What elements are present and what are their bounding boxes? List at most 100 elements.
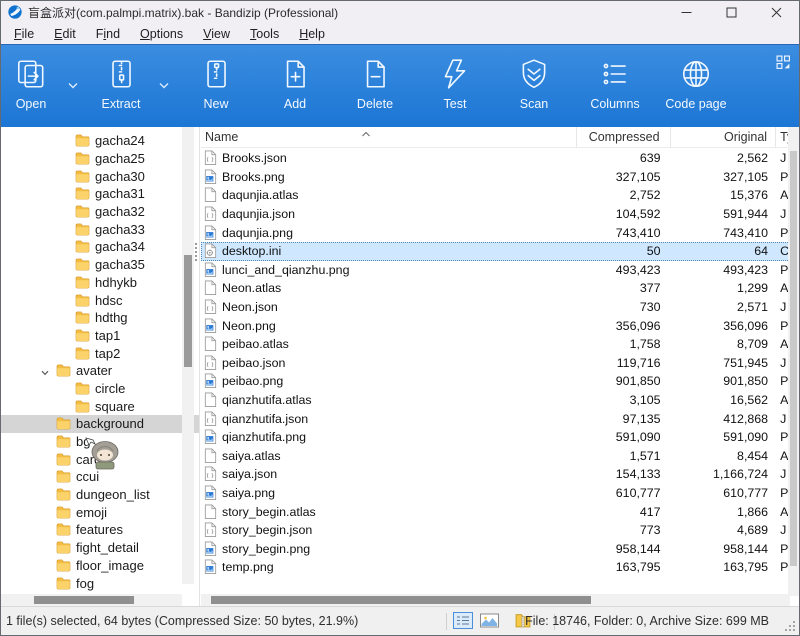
tree-expand-chevron-icon[interactable] xyxy=(40,366,50,376)
tree-item-fog[interactable]: fog xyxy=(1,574,199,592)
resize-grip[interactable] xyxy=(784,620,797,633)
file-row-qianzhutifa.json[interactable]: qianzhutifa.json97,135412,868J xyxy=(201,409,790,428)
tree-item-square[interactable]: square xyxy=(1,397,199,415)
scan-button[interactable]: Scan xyxy=(494,55,574,121)
file-row-peibao.png[interactable]: peibao.png901,850901,850P xyxy=(201,372,790,391)
menu-file[interactable]: File xyxy=(4,25,44,43)
tree-item-gacha25[interactable]: gacha25 xyxy=(1,150,199,168)
new-icon xyxy=(199,57,233,91)
tree-item-gacha33[interactable]: gacha33 xyxy=(1,220,199,238)
file-row-story_begin.json[interactable]: story_begin.json7734,689J xyxy=(201,521,790,540)
folder-icon xyxy=(56,435,71,448)
file-row-Brooks.png[interactable]: Brooks.png327,105327,105P xyxy=(201,168,790,187)
file-row-saiya.atlas[interactable]: saiya.atlas1,5718,454A xyxy=(201,447,790,466)
pane-splitter[interactable] xyxy=(199,127,200,606)
file-row-Neon.json[interactable]: Neon.json7302,571J xyxy=(201,298,790,317)
new-button[interactable]: New xyxy=(176,55,256,121)
filelist-horizontal-scrollbar-thumb[interactable] xyxy=(211,596,591,604)
image-preview-icon[interactable] xyxy=(480,613,499,631)
tree-item-card[interactable]: card xyxy=(1,450,199,468)
tree-item-bg[interactable]: bg xyxy=(1,433,199,451)
toolbar-layout-icon[interactable] xyxy=(776,55,791,70)
file-name: desktop.ini xyxy=(222,244,281,258)
file-row-desktop.ini[interactable]: desktop.ini5064C xyxy=(201,242,790,261)
file-row-Brooks.json[interactable]: Brooks.json6392,562J xyxy=(201,149,790,168)
file-row-Neon.png[interactable]: Neon.png356,096356,096P xyxy=(201,316,790,335)
file-row-peibao.json[interactable]: peibao.json119,716751,945J xyxy=(201,354,790,373)
tree-item-label: hdhykb xyxy=(95,275,137,290)
tree-item-fight_detail[interactable]: fight_detail xyxy=(1,539,199,557)
filelist-vertical-scrollbar-thumb[interactable] xyxy=(790,151,797,566)
menu-help[interactable]: Help xyxy=(289,25,335,43)
menu-view[interactable]: View xyxy=(193,25,240,43)
column-header-original[interactable]: Original xyxy=(671,127,776,148)
selection-status-text: 1 file(s) selected, 64 bytes (Compressed… xyxy=(6,614,358,628)
tree-item-floor_image[interactable]: floor_image xyxy=(1,557,199,575)
add-button[interactable]: Add xyxy=(255,55,335,121)
codepage-icon xyxy=(679,57,713,91)
tree-item-label: gacha24 xyxy=(95,133,145,148)
png-file-icon xyxy=(204,225,217,241)
file-row-story_begin.atlas[interactable]: story_begin.atlas4171,866A xyxy=(201,502,790,521)
file-row-lunci_and_qianzhu.png[interactable]: lunci_and_qianzhu.png493,423493,423P xyxy=(201,261,790,280)
extract-button[interactable]: Extract xyxy=(81,55,161,121)
tree-item-gacha34[interactable]: gacha34 xyxy=(1,238,199,256)
menu-edit[interactable]: Edit xyxy=(44,25,86,43)
sidebar-horizontal-scrollbar-thumb[interactable] xyxy=(34,596,134,604)
menu-options[interactable]: Options xyxy=(130,25,193,43)
chevron-down-icon[interactable] xyxy=(67,77,79,87)
code-page-button[interactable]: Code page xyxy=(656,55,736,121)
tree-item-hdhykb[interactable]: hdhykb xyxy=(1,274,199,292)
maximize-button[interactable] xyxy=(709,1,754,23)
file-row-peibao.atlas[interactable]: peibao.atlas1,7588,709A xyxy=(201,335,790,354)
column-header-compressed[interactable]: Compressed xyxy=(577,127,671,148)
filelist-vertical-scrollbar[interactable] xyxy=(788,127,799,596)
file-row-daqunjia.atlas[interactable]: daqunjia.atlas2,75215,376A xyxy=(201,186,790,205)
filelist-horizontal-scrollbar[interactable] xyxy=(201,594,790,606)
tree-item-label: emoji xyxy=(76,505,107,520)
tree-item-tap1[interactable]: tap1 xyxy=(1,327,199,345)
folder-icon xyxy=(56,577,71,590)
tree-item-hdsc[interactable]: hdsc xyxy=(1,291,199,309)
tree-item-circle[interactable]: circle xyxy=(1,380,199,398)
tree-item-features[interactable]: features xyxy=(1,521,199,539)
delete-button[interactable]: Delete xyxy=(335,55,415,121)
file-row-qianzhutifa.png[interactable]: qianzhutifa.png591,090591,090P xyxy=(201,428,790,447)
close-button[interactable] xyxy=(754,1,799,23)
sidebar-vertical-scrollbar-thumb[interactable] xyxy=(184,255,192,367)
details-view-icon[interactable] xyxy=(453,612,473,632)
tree-item-gacha24[interactable]: gacha24 xyxy=(1,132,199,150)
folder-icon xyxy=(56,470,71,483)
menu-find[interactable]: Find xyxy=(86,25,130,43)
file-row-story_begin.png[interactable]: story_begin.png958,144958,144P xyxy=(201,539,790,558)
tree-item-gacha30[interactable]: gacha30 xyxy=(1,167,199,185)
tree-item-gacha32[interactable]: gacha32 xyxy=(1,203,199,221)
file-row-saiya.json[interactable]: saiya.json154,1331,166,724J xyxy=(201,465,790,484)
tree-item-background[interactable]: background xyxy=(1,415,199,433)
tree-item-ccui[interactable]: ccui xyxy=(1,468,199,486)
sidebar-horizontal-scrollbar[interactable] xyxy=(1,594,182,606)
menu-tools[interactable]: Tools xyxy=(240,25,289,43)
tree-item-dungeon_list[interactable]: dungeon_list xyxy=(1,486,199,504)
tree-item-gacha31[interactable]: gacha31 xyxy=(1,185,199,203)
columns-button[interactable]: Columns xyxy=(575,55,655,121)
file-row-daqunjia.json[interactable]: daqunjia.json104,592591,944J xyxy=(201,205,790,224)
pane-splitter-grip[interactable] xyxy=(194,241,198,263)
file-row-daqunjia.png[interactable]: daqunjia.png743,410743,410P xyxy=(201,223,790,242)
file-row-saiya.png[interactable]: saiya.png610,777610,777P xyxy=(201,484,790,503)
file-row-Neon.atlas[interactable]: Neon.atlas3771,299A xyxy=(201,279,790,298)
test-button[interactable]: Test xyxy=(415,55,495,121)
folder-icon xyxy=(56,506,71,519)
file-row-temp.png[interactable]: temp.png163,795163,795P xyxy=(201,558,790,577)
file-row-qianzhutifa.atlas[interactable]: qianzhutifa.atlas3,10516,562A xyxy=(201,391,790,410)
tree-item-hdthg[interactable]: hdthg xyxy=(1,309,199,327)
open-button[interactable]: Open xyxy=(0,55,71,121)
tree-item-tap2[interactable]: tap2 xyxy=(1,344,199,362)
column-header-name[interactable]: Name xyxy=(201,127,577,148)
sidebar-vertical-scrollbar[interactable] xyxy=(182,127,194,584)
tree-item-avater[interactable]: avater xyxy=(1,362,199,380)
minimize-button[interactable] xyxy=(664,1,709,23)
chevron-down-icon[interactable] xyxy=(158,77,170,87)
tree-item-emoji[interactable]: emoji xyxy=(1,503,199,521)
tree-item-gacha35[interactable]: gacha35 xyxy=(1,256,199,274)
